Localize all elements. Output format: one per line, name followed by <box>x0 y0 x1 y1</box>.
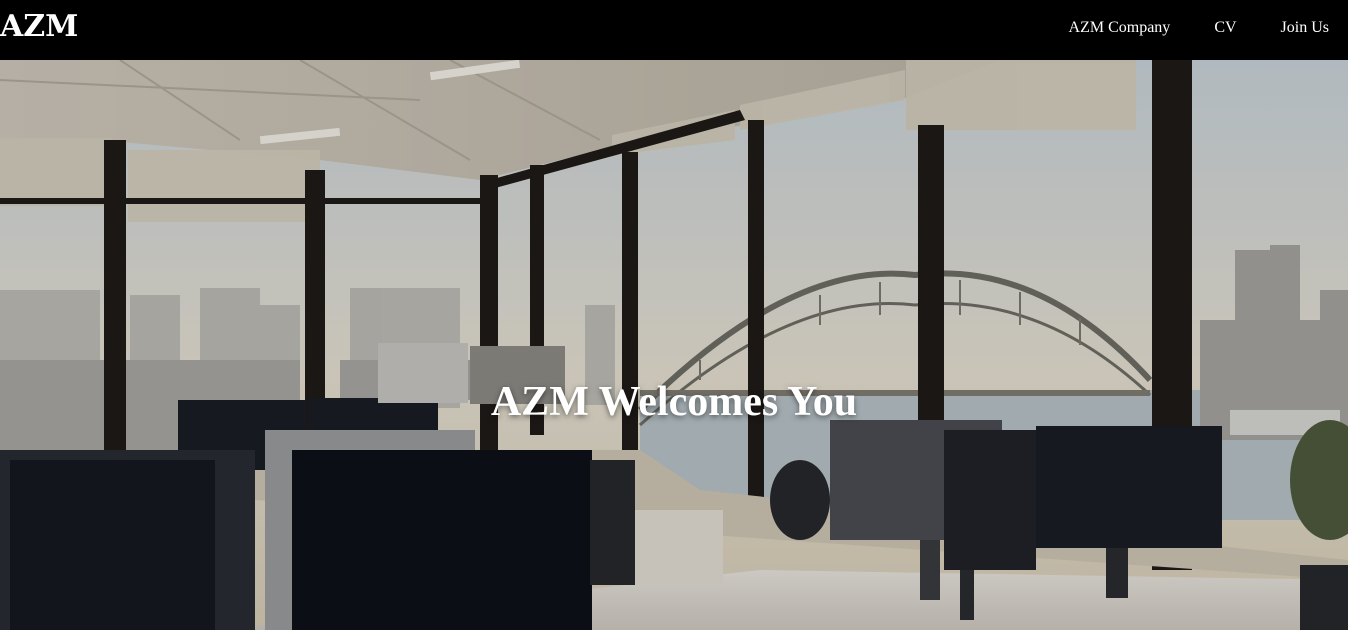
hero-section: AZM Welcomes You <box>0 60 1348 630</box>
nav-link-join-us[interactable]: Join Us <box>1281 18 1329 38</box>
nav-link-azm-company[interactable]: AZM Company <box>1069 18 1171 38</box>
main-nav: AZM Company CV Join Us <box>1069 18 1329 38</box>
site-logo[interactable]: AZM <box>0 10 78 44</box>
hero-title: AZM Welcomes You <box>490 379 858 426</box>
nav-link-cv[interactable]: CV <box>1214 18 1236 38</box>
hero-background-photo <box>0 60 1348 630</box>
top-navbar: AZM AZM Company CV Join Us <box>0 0 1348 60</box>
